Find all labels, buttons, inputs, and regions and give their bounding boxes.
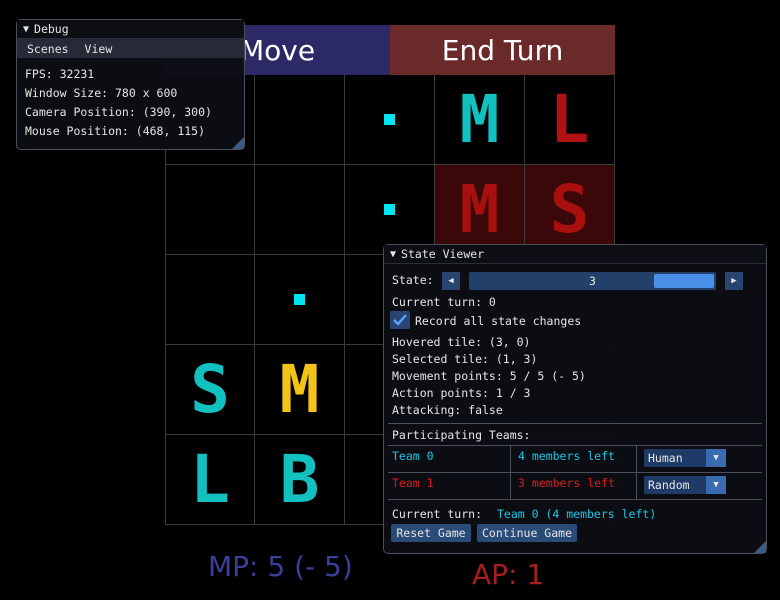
move-target-dot[interactable] bbox=[294, 294, 305, 305]
current-turn-label: Current turn: bbox=[392, 507, 483, 521]
camera-position-text: Camera Position: (390, 300) bbox=[25, 105, 212, 119]
debug-window[interactable]: ▼ Debug Scenes View FPS: 32231 Window Si… bbox=[16, 19, 245, 150]
team-1-control-value: Random bbox=[648, 478, 690, 492]
board-tile[interactable]: L bbox=[165, 435, 255, 525]
record-label: Record all state changes bbox=[415, 314, 582, 328]
board-tile[interactable]: L bbox=[525, 75, 615, 165]
fps-text: FPS: 32231 bbox=[25, 67, 95, 81]
unit-l[interactable]: L bbox=[550, 86, 590, 153]
current-turn-value: Team 0 (4 members left) bbox=[497, 507, 657, 521]
separator bbox=[388, 423, 762, 424]
debug-menu-bar: Scenes View bbox=[17, 39, 244, 58]
state-slider[interactable]: 3 bbox=[469, 272, 716, 290]
team-0-members: 4 members left bbox=[518, 449, 615, 463]
unit-b[interactable]: B bbox=[280, 446, 320, 513]
team-1-control-select[interactable]: Random ▼ bbox=[644, 476, 726, 494]
separator bbox=[388, 472, 762, 473]
state-value: 3 bbox=[589, 274, 596, 288]
team-0-control-value: Human bbox=[648, 451, 683, 465]
record-checkbox[interactable] bbox=[390, 311, 410, 329]
resize-grip-icon[interactable] bbox=[232, 137, 244, 149]
menu-scenes[interactable]: Scenes bbox=[27, 42, 69, 56]
move-target-dot[interactable] bbox=[384, 204, 395, 215]
board-tile[interactable] bbox=[345, 165, 435, 255]
collapse-triangle-icon[interactable]: ▼ bbox=[23, 24, 29, 35]
state-next-button[interactable]: ▶ bbox=[725, 272, 743, 290]
mouse-position-text: Mouse Position: (468, 115) bbox=[25, 124, 206, 138]
chevron-down-icon[interactable]: ▼ bbox=[706, 449, 726, 467]
state-prev-button[interactable]: ◀ bbox=[442, 272, 460, 290]
arrow-right-icon: ▶ bbox=[731, 276, 737, 286]
current-turn-text: Current turn: 0 bbox=[392, 295, 496, 309]
move-target-dot[interactable] bbox=[384, 114, 395, 125]
selected-tile-text: Selected tile: (1, 3) bbox=[392, 352, 538, 366]
movement-points-text: Movement points: 5 / 5 (- 5) bbox=[392, 369, 586, 383]
action-points-text: Action points: 1 / 3 bbox=[392, 386, 531, 400]
menu-view[interactable]: View bbox=[85, 42, 113, 56]
teams-header: Participating Teams: bbox=[392, 428, 531, 442]
board-tile[interactable] bbox=[345, 75, 435, 165]
board-tile[interactable]: M bbox=[435, 75, 525, 165]
mp-label: MP: 5 (- 5) bbox=[208, 550, 353, 583]
check-icon bbox=[393, 314, 407, 326]
state-label: State: bbox=[392, 273, 434, 287]
board-tile[interactable]: M bbox=[255, 345, 345, 435]
window-size-text: Window Size: 780 x 600 bbox=[25, 86, 178, 100]
board-tile[interactable]: S bbox=[525, 165, 615, 255]
unit-m[interactable]: M bbox=[460, 176, 500, 243]
board-tile[interactable]: B bbox=[255, 435, 345, 525]
state-viewer-title-bar[interactable]: ▼ State Viewer bbox=[384, 245, 766, 264]
unit-m[interactable]: M bbox=[460, 86, 500, 153]
state-viewer-window[interactable]: ▼ State Viewer State: ◀ 3 ▶ Current turn… bbox=[383, 244, 767, 554]
separator bbox=[388, 445, 762, 446]
state-viewer-title: State Viewer bbox=[401, 247, 485, 261]
board-tile[interactable]: M bbox=[435, 165, 525, 255]
team-1-name: Team 1 bbox=[392, 476, 434, 490]
unit-l[interactable]: L bbox=[190, 446, 230, 513]
unit-s[interactable]: S bbox=[190, 356, 230, 423]
chevron-down-icon[interactable]: ▼ bbox=[706, 476, 726, 494]
board-tile[interactable]: S bbox=[165, 345, 255, 435]
debug-title: Debug bbox=[34, 22, 69, 36]
board-tile[interactable] bbox=[255, 165, 345, 255]
debug-title-bar[interactable]: ▼ Debug bbox=[17, 20, 244, 39]
unit-s[interactable]: S bbox=[550, 176, 590, 243]
reset-game-button[interactable]: Reset Game bbox=[391, 524, 471, 542]
team-0-name: Team 0 bbox=[392, 449, 434, 463]
board-tile[interactable] bbox=[165, 255, 255, 345]
arrow-left-icon: ◀ bbox=[448, 276, 454, 286]
attacking-text: Attacking: false bbox=[392, 403, 503, 417]
end-turn-button[interactable]: End Turn bbox=[390, 25, 615, 75]
resize-grip-icon[interactable] bbox=[754, 541, 766, 553]
unit-m[interactable]: M bbox=[280, 356, 320, 423]
continue-game-button[interactable]: Continue Game bbox=[477, 524, 577, 542]
separator bbox=[388, 499, 762, 500]
board-tile[interactable] bbox=[255, 255, 345, 345]
board-tile[interactable] bbox=[165, 165, 255, 255]
hovered-tile-text: Hovered tile: (3, 0) bbox=[392, 335, 531, 349]
ap-label: AP: 1 bbox=[472, 558, 545, 591]
board-tile[interactable] bbox=[255, 75, 345, 165]
team-1-members: 3 members left bbox=[518, 476, 615, 490]
team-0-control-select[interactable]: Human ▼ bbox=[644, 449, 726, 467]
collapse-triangle-icon[interactable]: ▼ bbox=[390, 249, 396, 260]
